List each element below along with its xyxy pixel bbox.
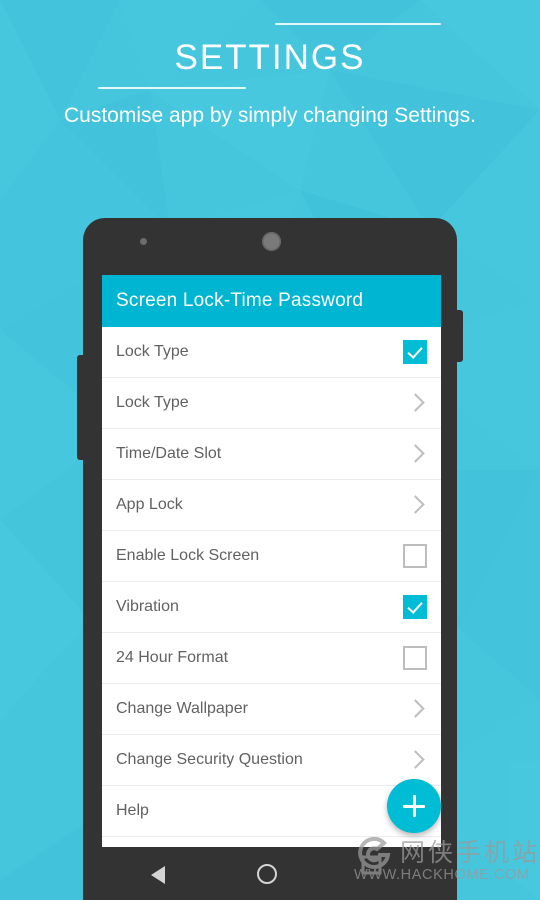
hero-subtitle: Customise app by simply changing Setting… bbox=[63, 104, 477, 127]
settings-row-label: Enable Lock Screen bbox=[116, 547, 260, 564]
proximity-sensor-dot-icon bbox=[140, 238, 147, 245]
app-bar-title: Screen Lock-Time Password bbox=[116, 290, 364, 311]
app-bar: Screen Lock-Time Password bbox=[102, 275, 441, 327]
settings-row-label: Change Security Question bbox=[116, 751, 303, 768]
chevron-right-icon[interactable] bbox=[407, 496, 425, 514]
back-triangle-icon[interactable] bbox=[151, 866, 165, 884]
settings-row[interactable]: Lock Type bbox=[102, 327, 441, 378]
phone-mockup: Screen Lock-Time Password Lock Type Lock … bbox=[77, 218, 463, 900]
hero-rule-middle bbox=[98, 87, 246, 89]
settings-row[interactable]: Change Security Question bbox=[102, 735, 441, 786]
chevron-right-icon[interactable] bbox=[407, 700, 425, 718]
settings-row-label: 24 Hour Format bbox=[116, 649, 229, 666]
android-navigation-bar bbox=[83, 848, 457, 900]
settings-row[interactable]: Lock Type bbox=[102, 378, 441, 429]
front-camera-icon bbox=[262, 232, 281, 251]
settings-row[interactable]: Enable Lock Screen bbox=[102, 531, 441, 582]
checkbox-checked[interactable] bbox=[403, 595, 427, 619]
home-circle-icon[interactable] bbox=[257, 864, 277, 884]
settings-row-label: Change Wallpaper bbox=[116, 700, 248, 717]
chevron-right-icon[interactable] bbox=[407, 751, 425, 769]
chevron-right-icon[interactable] bbox=[407, 394, 425, 412]
hero-rule-top bbox=[275, 23, 441, 25]
settings-row[interactable]: Vibration bbox=[102, 582, 441, 633]
checkbox-unchecked[interactable] bbox=[403, 646, 427, 670]
volume-rocker-button[interactable] bbox=[77, 355, 85, 460]
page-title: SETTINGS bbox=[174, 38, 366, 77]
settings-row[interactable]: Change Wallpaper bbox=[102, 684, 441, 735]
settings-row-label: Lock Type bbox=[116, 394, 189, 411]
add-fab-button[interactable]: + bbox=[387, 779, 441, 833]
settings-row[interactable]: 24 Hour Format bbox=[102, 633, 441, 684]
settings-row-label: Time/Date Slot bbox=[116, 445, 222, 462]
settings-row-label: Help bbox=[116, 802, 149, 819]
checkbox-checked[interactable] bbox=[403, 340, 427, 364]
phone-screen: Screen Lock-Time Password Lock Type Lock … bbox=[102, 275, 441, 847]
checkbox-unchecked[interactable] bbox=[403, 544, 427, 568]
settings-list: Lock Type Lock Type Time/Date Slot App Lock… bbox=[102, 327, 441, 837]
settings-row[interactable]: App Lock bbox=[102, 480, 441, 531]
settings-row-label: Lock Type bbox=[116, 343, 189, 360]
settings-row[interactable]: Time/Date Slot bbox=[102, 429, 441, 480]
settings-row-label: Vibration bbox=[116, 598, 179, 615]
settings-row-label: App Lock bbox=[116, 496, 183, 513]
chevron-right-icon[interactable] bbox=[407, 445, 425, 463]
power-button[interactable] bbox=[455, 310, 463, 362]
